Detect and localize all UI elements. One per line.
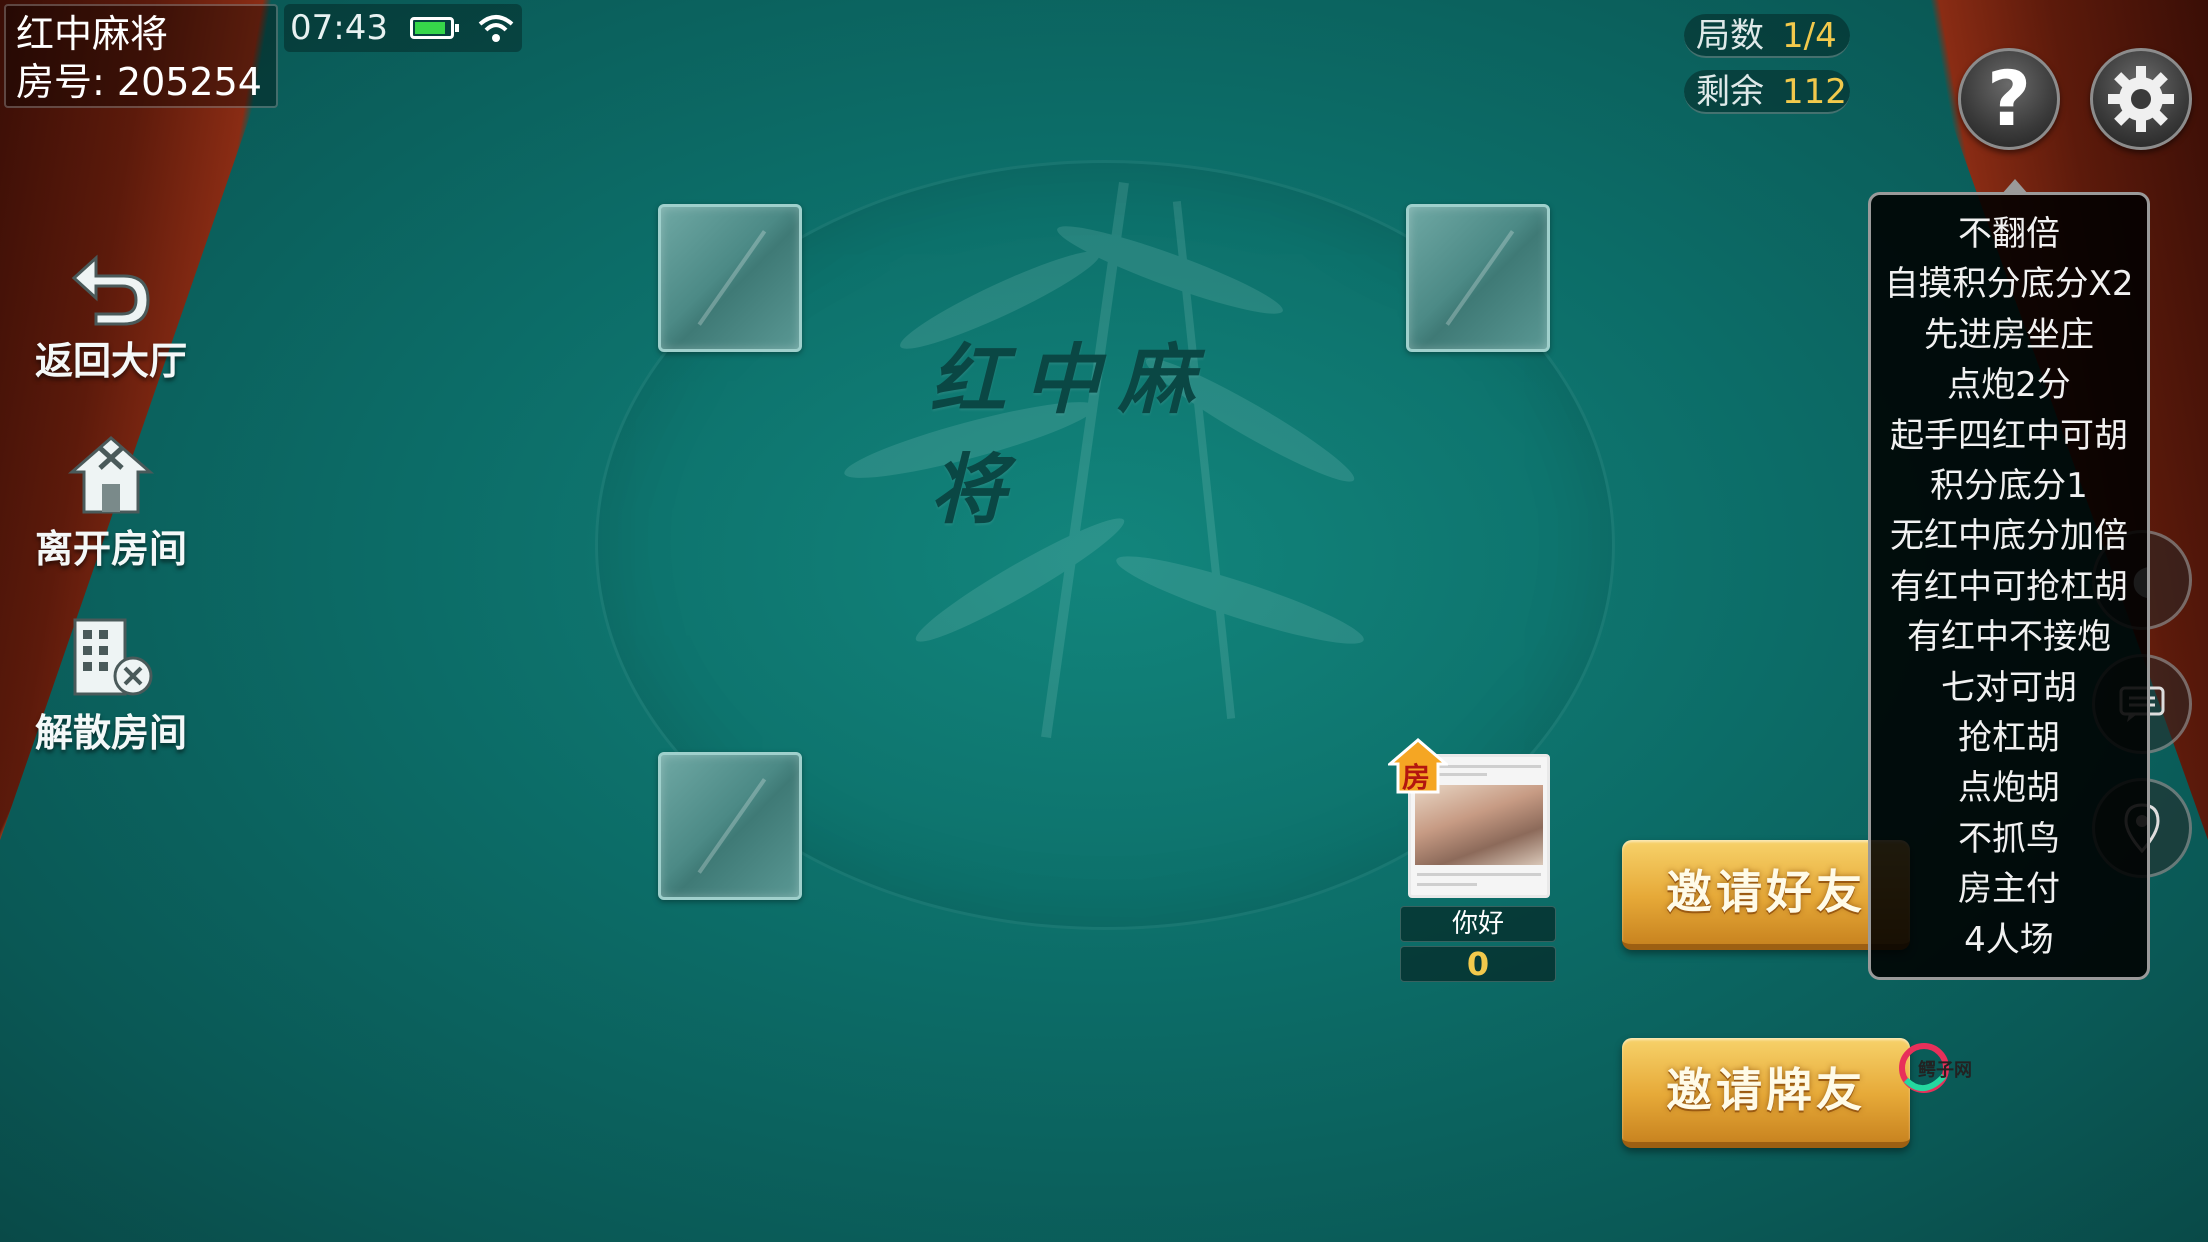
room-info-panel: 红中麻将 房号: 205254 (4, 4, 278, 108)
gear-icon (2108, 66, 2174, 132)
round-counter: 局数 1/4 (1684, 14, 1850, 58)
host-badge-label: 房 (1402, 761, 1431, 794)
room-number-label: 房号: (16, 60, 105, 104)
rule-item: 七对可胡 (1941, 667, 2077, 708)
leave-room-button[interactable]: 离开房间 (18, 432, 204, 573)
status-bar: 07:43 (284, 4, 522, 52)
rule-item: 不抓鸟 (1958, 818, 2060, 859)
leave-room-label: 离开房间 (34, 527, 187, 571)
back-arrow-icon (71, 254, 150, 326)
help-icon: ? (1986, 54, 2032, 143)
battery-icon (409, 17, 459, 39)
rule-item: 起手四红中可胡 (1890, 415, 2128, 456)
settings-button[interactable] (2090, 48, 2192, 150)
invite-players-button[interactable]: 邀请牌友 (1622, 1038, 1910, 1148)
back-to-lobby-label: 返回大厅 (34, 339, 187, 383)
rule-item: 无红中底分加倍 (1890, 516, 2128, 557)
back-to-lobby-button[interactable]: 返回大厅 (18, 248, 204, 385)
rule-item: 积分底分1 (1930, 466, 2088, 507)
dismiss-room-label: 解散房间 (34, 711, 187, 755)
dismiss-room-button[interactable]: 解散房间 (18, 614, 204, 757)
rule-item: 不翻倍 (1958, 214, 2060, 254)
building-dismiss-icon (73, 618, 153, 696)
game-title: 红中麻将 (16, 12, 169, 56)
rule-item: 房主付 (1958, 869, 2060, 910)
seat-top-left[interactable] (658, 204, 802, 352)
player-name: 你好 (1400, 906, 1556, 942)
seat-bottom-left[interactable] (658, 752, 802, 900)
rule-item: 有红中不接炮 (1907, 617, 2111, 658)
avatar-photo (1415, 785, 1543, 865)
clock-time: 07:43 (290, 8, 388, 48)
remaining-tiles-counter: 剩余 112 (1684, 70, 1850, 114)
host-badge: 房 (1388, 738, 1448, 794)
rule-item: 有红中可抢杠胡 (1890, 566, 2128, 607)
watermark-text: 鳄子网 (1918, 1060, 1972, 1081)
round-counter-value: 1/4 (1782, 16, 1837, 56)
room-number-line: 房号: 205254 (16, 58, 266, 106)
house-exit-icon (67, 436, 155, 514)
rule-item: 4人场 (1964, 919, 2054, 960)
help-button[interactable]: ? (1958, 48, 2060, 150)
rules-popup: 不翻倍 自摸积分底分X2 先进房坐庄 点炮2分 起手四红中可胡 积分底分1 无红… (1868, 179, 2150, 980)
player-score: 0 (1400, 946, 1556, 982)
rule-item: 先进房坐庄 (1924, 314, 2094, 355)
table-title: 红中麻将 (930, 335, 1212, 534)
room-number: 205254 (116, 60, 262, 104)
rule-item: 点炮胡 (1958, 768, 2060, 809)
remaining-tiles-value: 112 (1782, 72, 1847, 112)
invite-friends-button[interactable]: 邀请好友 (1622, 840, 1910, 950)
wifi-icon (478, 15, 514, 42)
round-counter-label: 局数 (1696, 16, 1764, 56)
rule-item: 点炮2分 (1947, 365, 2071, 406)
rule-item: 抢杠胡 (1958, 718, 2060, 759)
remaining-tiles-label: 剩余 (1696, 72, 1764, 112)
rule-item: 自摸积分底分X2 (1884, 264, 2134, 305)
seat-top-right[interactable] (1406, 204, 1550, 352)
